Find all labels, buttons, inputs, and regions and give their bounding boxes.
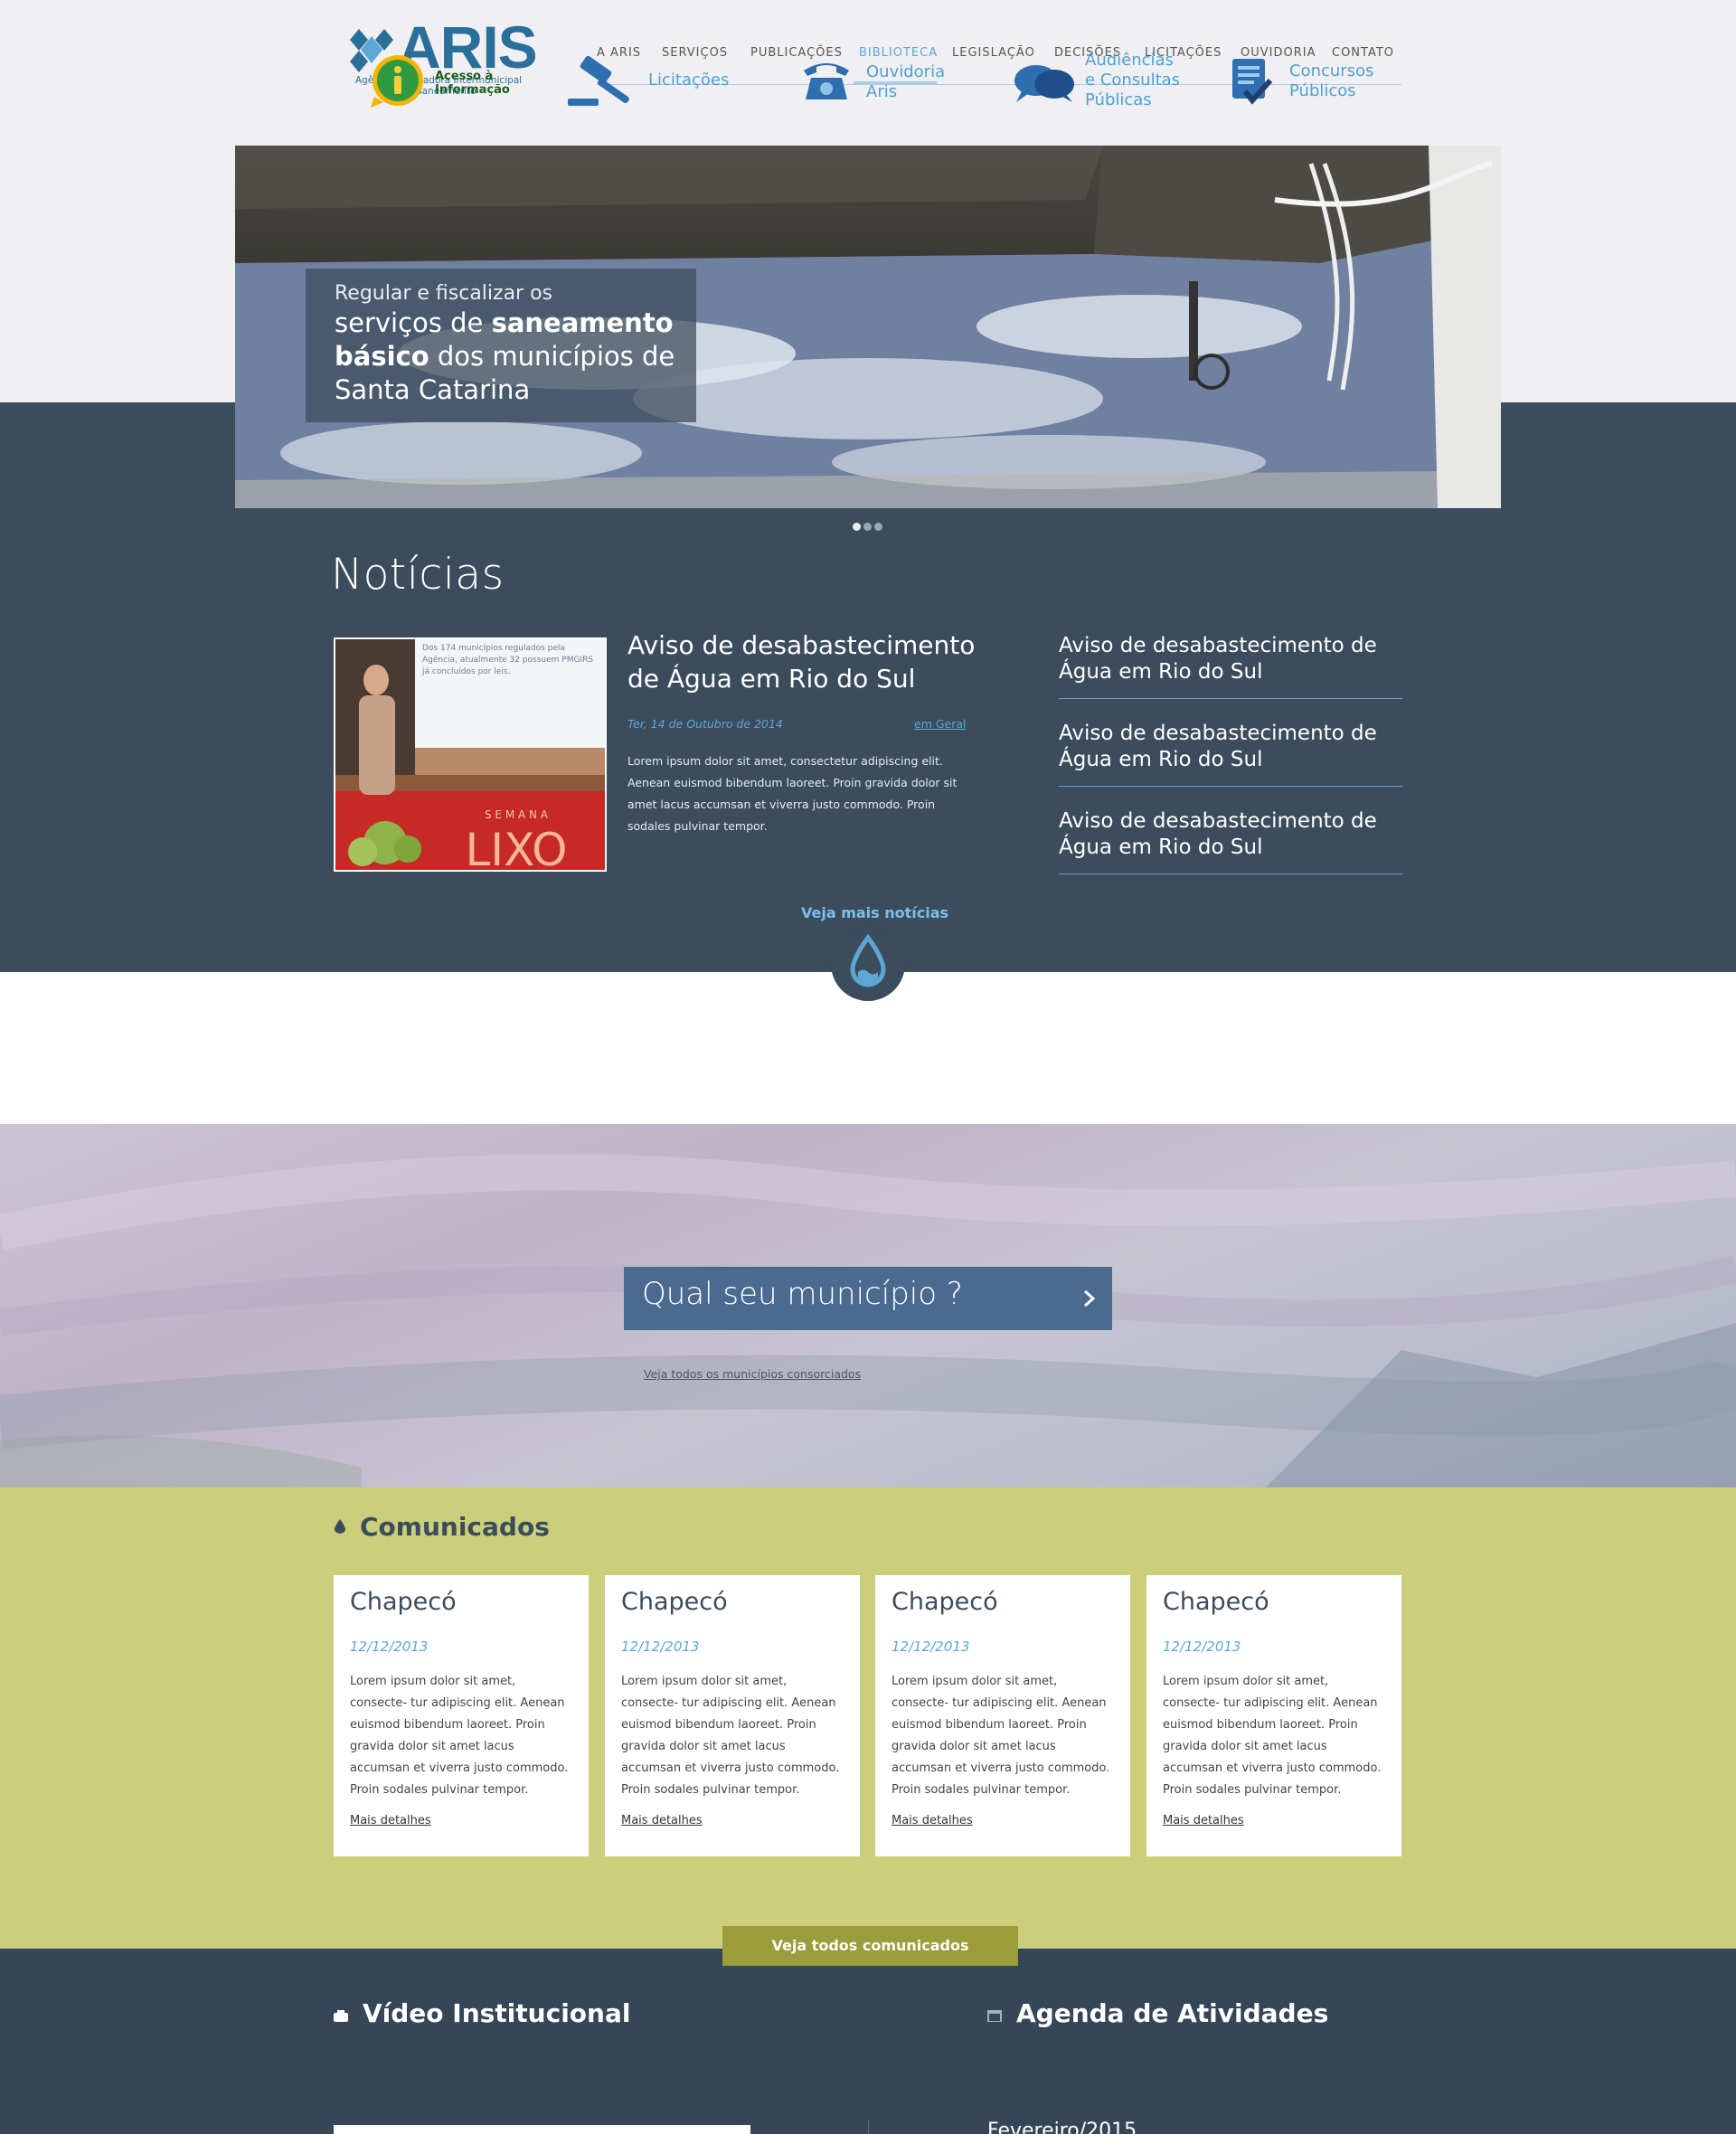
quick-link-concursos[interactable]: Concursos Públicos [1229, 52, 1382, 115]
column-divider [868, 2120, 869, 2134]
chevron-right-icon [1084, 1289, 1096, 1308]
card-body: Lorem ipsum dolor sit amet, consecte- tu… [892, 1675, 1110, 1797]
card-date: 12/12/2013 [350, 1638, 429, 1655]
drop-bullet-icon [335, 1519, 345, 1534]
slider-dot-1[interactable] [853, 523, 861, 531]
comunicado-card: Chapecó 12/12/2013 Lorem ipsum dolor sit… [334, 1575, 589, 1856]
quick-link-acesso-informacao[interactable]: Acesso à Informação [371, 52, 510, 115]
slider-dot-2[interactable] [863, 523, 872, 531]
camera-icon [334, 2010, 348, 2022]
hero-caption-top: Regular e fiscalizar os [335, 282, 553, 305]
card-date: 12/12/2013 [1163, 1638, 1241, 1655]
news-section-title: Notícias [331, 550, 505, 600]
news-featured-headline[interactable]: Aviso de desabastecimento de Água em Rio… [627, 628, 980, 695]
slider-dots [853, 523, 883, 532]
document-check-icon [1232, 59, 1273, 105]
news-side-list: Aviso de desabastecimento de Água em Rio… [1059, 628, 1402, 891]
news-featured-photo[interactable]: S E M A N A LIXO Dos 174 municípios regu… [334, 637, 607, 872]
municipio-selector[interactable]: Qual seu município ? [624, 1267, 1112, 1330]
news-featured-body: Lorem ipsum dolor sit amet, consectetur … [627, 754, 958, 833]
quick-link-label: Acesso à Informação [435, 70, 510, 97]
card-more-link[interactable]: Mais detalhes [621, 1814, 703, 1827]
card-more-link[interactable]: Mais detalhes [1163, 1814, 1244, 1827]
news-featured-category[interactable]: em Geral [914, 717, 967, 731]
video-title: Vídeo Institucional [363, 1998, 631, 2028]
agenda-title: Agenda de Atividades [1016, 1998, 1329, 2028]
svg-text:LIXO: LIXO [465, 824, 567, 870]
comunicados-title: Comunicados [360, 1512, 550, 1542]
news-side-item[interactable]: Aviso de desabastecimento de Água em Rio… [1059, 628, 1402, 699]
quick-link-audiencias[interactable]: Audiências e Consultas Públicas [1013, 51, 1184, 115]
agenda-month: Fevereiro/2015 [987, 2120, 1137, 2134]
svg-text:S E M A N A: S E M A N A [485, 808, 549, 821]
more-news-link[interactable]: Veja mais notícias [801, 904, 948, 921]
quick-link-label: Audiências e Consultas Públicas [1085, 51, 1181, 109]
card-title[interactable]: Chapecó [350, 1588, 457, 1616]
card-title[interactable]: Chapecó [621, 1588, 728, 1616]
card-more-link[interactable]: Mais detalhes [892, 1814, 973, 1827]
news-side-item[interactable]: Aviso de desabastecimento de Água em Rio… [1059, 803, 1402, 874]
card-title[interactable]: Chapecó [892, 1588, 998, 1616]
comunicado-card: Chapecó 12/12/2013 Lorem ipsum dolor sit… [1146, 1575, 1401, 1856]
calendar-icon [987, 2010, 1002, 2022]
card-more-link[interactable]: Mais detalhes [350, 1814, 431, 1827]
video-player[interactable] [334, 2125, 750, 2134]
all-municipios-link[interactable]: Veja todos os municípios consorciados [644, 1367, 861, 1381]
card-title[interactable]: Chapecó [1163, 1588, 1269, 1616]
quick-link-label: Concursos Públicos [1289, 61, 1374, 100]
page: ARIS Agência Reguladora Intermunicipal d… [0, 0, 1736, 2134]
hero-caption: Regular e fiscalizar os serviços de sane… [306, 269, 696, 422]
card-body: Lorem ipsum dolor sit amet, consecte- tu… [350, 1675, 569, 1797]
drop-badge [831, 927, 905, 1001]
chat-bubbles-icon [1014, 65, 1074, 102]
card-date: 12/12/2013 [892, 1638, 970, 1655]
news-photo-slide-text: Dos 174 municípios regulados pela Agênci… [422, 644, 594, 676]
comunicados-section [0, 1487, 1736, 1949]
all-comunicados-button[interactable]: Veja todos comunicados [722, 1926, 1018, 1966]
card-body: Lorem ipsum dolor sit amet, consecte- tu… [1163, 1675, 1382, 1797]
water-drop-icon [850, 933, 886, 987]
quick-link-label: Licitações [648, 71, 730, 90]
info-icon [371, 55, 423, 108]
card-date: 12/12/2013 [621, 1638, 700, 1655]
municipio-question: Qual seu município ? [642, 1276, 963, 1312]
quick-link-ouvidoria[interactable]: Ouvidoria Aris [800, 52, 945, 115]
quick-link-label: Ouvidoria Aris [866, 62, 946, 101]
card-body: Lorem ipsum dolor sit amet, consecte- tu… [621, 1675, 840, 1797]
news-side-item[interactable]: Aviso de desabastecimento de Água em Rio… [1059, 715, 1402, 787]
comunicado-card: Chapecó 12/12/2013 Lorem ipsum dolor sit… [875, 1575, 1130, 1856]
bottom-section [0, 1949, 1736, 2134]
phone-icon [804, 63, 849, 99]
comunicado-card: Chapecó 12/12/2013 Lorem ipsum dolor sit… [605, 1575, 860, 1856]
news-featured-date: Ter, 14 de Outubro de 2014 [627, 717, 783, 731]
gavel-icon [568, 55, 629, 106]
slider-dot-3[interactable] [874, 523, 882, 531]
hero-caption-main: serviços de saneamento básico dos municí… [335, 307, 675, 405]
quick-link-licitacoes[interactable]: Licitações [568, 52, 731, 115]
